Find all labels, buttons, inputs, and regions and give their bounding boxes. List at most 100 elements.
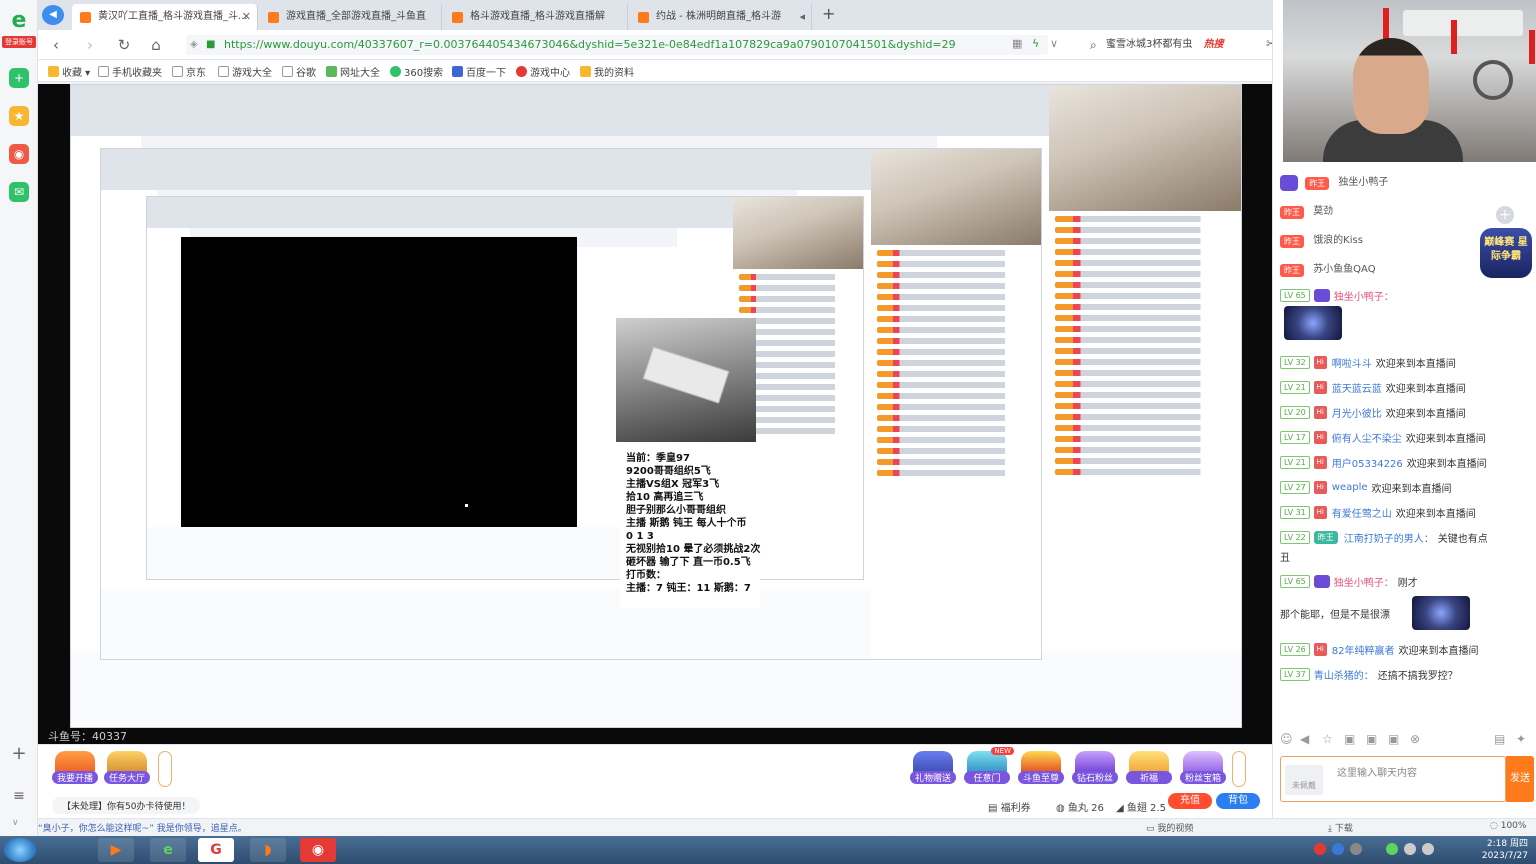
search-input[interactable]: ⌕ 蜜雪冰城3杯都有虫 热搜	[1086, 35, 1270, 55]
bookmark-item[interactable]: 我的资料	[580, 64, 634, 79]
login-button[interactable]: 登录账号	[2, 36, 36, 48]
video-player[interactable]: 当前：季皇97 9200哥哥组织5飞 主播VS组X 冠军3飞 拾10 高再追三飞…	[38, 84, 1272, 744]
forward-icon[interactable]: ›	[80, 35, 100, 55]
reload-icon[interactable]: ↻	[114, 35, 134, 55]
chat-message: LV 26 Hi 82年纯粹赢者 欢迎来到本直播间	[1280, 642, 1534, 657]
taskbar: ▶ e G ◗ ◉ 2:18 周四 2023/7/27	[0, 836, 1536, 864]
start-stream-button[interactable]: 我要开播	[52, 751, 98, 787]
keyboard-camera-view	[616, 318, 756, 442]
chat-input[interactable]: 未佩戴 这里输入聊天内容	[1280, 756, 1506, 802]
new-tab-icon[interactable]: +	[822, 4, 835, 23]
bookmark-item[interactable]: 手机收藏夹	[98, 64, 162, 79]
bookmark-item[interactable]: 百度一下	[452, 64, 506, 79]
fan-badge-avatar[interactable]: 未佩戴	[1285, 765, 1323, 795]
menu-icon[interactable]: ≡	[9, 786, 29, 806]
tray-icon[interactable]	[1386, 843, 1398, 855]
bookmark-item[interactable]: 谷歌	[282, 64, 316, 79]
chevron-down-icon[interactable]: ∨	[1050, 37, 1058, 50]
search-text: 蜜雪冰城3杯都有虫	[1106, 39, 1193, 50]
douyu-favicon-icon	[452, 12, 463, 23]
rank-row[interactable]: 昨王 饿浪的Kiss	[1280, 230, 1490, 252]
zoom-level[interactable]: ◌ 100%	[1490, 821, 1526, 831]
settings-icon[interactable]: ✦	[1516, 732, 1526, 746]
tool-icon[interactable]: ▣	[1366, 732, 1377, 746]
edit-icon[interactable]: ▤	[1494, 732, 1505, 746]
close-tab-icon[interactable]: ✕	[242, 4, 251, 30]
mail-icon[interactable]: ✉	[9, 182, 29, 202]
send-button[interactable]: 发送	[1506, 756, 1534, 802]
fish-balls-count: ◍ 鱼丸 26	[1056, 803, 1104, 814]
gift-item[interactable]: 祈福	[1126, 751, 1172, 787]
app-taskbar-icon[interactable]: G	[198, 838, 234, 862]
download-link[interactable]: ⤓ 下载	[1328, 821, 1353, 834]
star-icon[interactable]: ☆	[1322, 732, 1333, 746]
sync-icon[interactable]: +	[9, 68, 29, 88]
my-video-link[interactable]: ▭ 我的视频	[1146, 821, 1193, 834]
bookmark-item[interactable]: 游戏大全	[218, 64, 272, 79]
mute-tab-icon[interactable]: ◂	[799, 4, 805, 30]
lock-icon: ■	[206, 39, 216, 50]
browser-taskbar-icon[interactable]: e	[150, 838, 186, 862]
tab-4[interactable]: 约战 - 株洲明朗直播_格斗游 ◂	[630, 4, 812, 30]
bookmark-item[interactable]: 网址大全	[326, 64, 380, 79]
gift-item[interactable]: 斗鱼至尊	[1018, 751, 1064, 787]
backpack-button[interactable]: 背包	[1216, 793, 1260, 809]
tab-nav-icon[interactable]: ◀	[42, 5, 64, 25]
gift-expand-button[interactable]	[1232, 751, 1246, 787]
gift-item[interactable]: 粉丝宝箱	[1180, 751, 1226, 787]
expand-button[interactable]	[158, 751, 172, 787]
emoji-icon[interactable]: ☺	[1280, 732, 1293, 746]
gift-item[interactable]: 礼物赠送	[910, 751, 956, 787]
speaker-icon[interactable]: ◀	[1300, 732, 1309, 746]
tool-icon[interactable]: ▣	[1388, 732, 1399, 746]
rank-row[interactable]: 昨王 莫劲	[1280, 201, 1490, 223]
fish-coins-count: ◢ 鱼翅 2.5	[1116, 803, 1166, 814]
system-tray: 2:18 周四 2023/7/27	[1306, 836, 1536, 864]
grid-icon[interactable]: ▦	[1012, 37, 1022, 50]
browser-sidebar: e 登录账号 + ★ ◉ ✉ + ≡ ∨	[0, 0, 38, 836]
start-button-icon[interactable]	[4, 838, 36, 862]
lightning-icon[interactable]: ϟ	[1032, 37, 1039, 50]
home-icon[interactable]: ⌂	[146, 35, 166, 55]
tool-icon[interactable]: ⊗	[1410, 732, 1420, 746]
clock[interactable]: 2:18 周四 2023/7/27	[1482, 838, 1528, 862]
rank-row[interactable]: 昨王 苏小鱼鱼QAQ	[1280, 259, 1490, 281]
rank-row[interactable]: 昨王 独坐小鸭子	[1280, 172, 1490, 194]
bookmark-item[interactable]: 京东	[172, 64, 206, 79]
tray-icon[interactable]	[1314, 843, 1326, 855]
tray-icon[interactable]	[1332, 843, 1344, 855]
url-field[interactable]: ◈ ■ https://www.douyu.com/40337607_r=0.0…	[186, 35, 1048, 55]
welfare-link[interactable]: ▤ 福利券	[988, 799, 1031, 814]
back-icon[interactable]: ‹	[46, 35, 66, 55]
bookmark-item[interactable]: 游戏中心	[516, 64, 570, 79]
site-icon	[326, 66, 337, 77]
tool-icon[interactable]: ▣	[1344, 732, 1355, 746]
browser-logo-icon[interactable]: e	[4, 6, 34, 36]
chat-message: LV 17 Hi 俯有人尘不染尘 欢迎来到本直播间	[1280, 430, 1534, 445]
favorites-star-icon[interactable]: ★	[9, 106, 29, 126]
tab-bar: ◀ 黄汉吖工直播_格斗游戏直播_斗... ✕ 游戏直播_全部游戏直播_斗鱼直 格…	[38, 0, 1282, 30]
gift-item[interactable]: 钻石粉丝	[1072, 751, 1118, 787]
network-icon[interactable]	[1404, 843, 1416, 855]
tab-2[interactable]: 游戏直播_全部游戏直播_斗鱼直	[260, 4, 442, 30]
bookmark-item[interactable]: 收藏 ▾	[48, 64, 90, 79]
add-icon[interactable]: +	[1496, 206, 1514, 224]
season-badge[interactable]: 巅峰赛 星际争霸	[1480, 228, 1532, 278]
collapse-chevron-icon[interactable]: ∨	[12, 818, 19, 828]
tab-active[interactable]: 黄汉吖工直播_格斗游戏直播_斗... ✕	[72, 4, 258, 30]
volume-icon[interactable]	[1422, 843, 1434, 855]
media-player-icon[interactable]: ▶	[98, 838, 134, 862]
gift-item[interactable]: NEW 任意门	[964, 747, 1014, 787]
recharge-button[interactable]: 充值	[1168, 793, 1212, 809]
coupon-notice[interactable]: 【未处理】你有50办卡待使用！	[52, 797, 201, 814]
record-taskbar-icon[interactable]: ◉	[300, 838, 336, 862]
tray-icon[interactable]	[1350, 843, 1362, 855]
add-sidebar-icon[interactable]: +	[9, 744, 29, 764]
chat-toolbar: ☺ ◀ ☆ ▣ ▣ ▣ ⊗ ▤ ✦	[1280, 730, 1534, 750]
douyu-taskbar-icon[interactable]: ◗	[250, 838, 286, 862]
task-hall-button[interactable]: 任务大厅	[104, 751, 150, 787]
weibo-icon[interactable]: ◉	[9, 144, 29, 164]
tab-3[interactable]: 格斗游戏直播_格斗游戏直播解	[444, 4, 628, 30]
bookmark-item[interactable]: 360搜索	[390, 64, 443, 79]
site-icon	[390, 66, 401, 77]
